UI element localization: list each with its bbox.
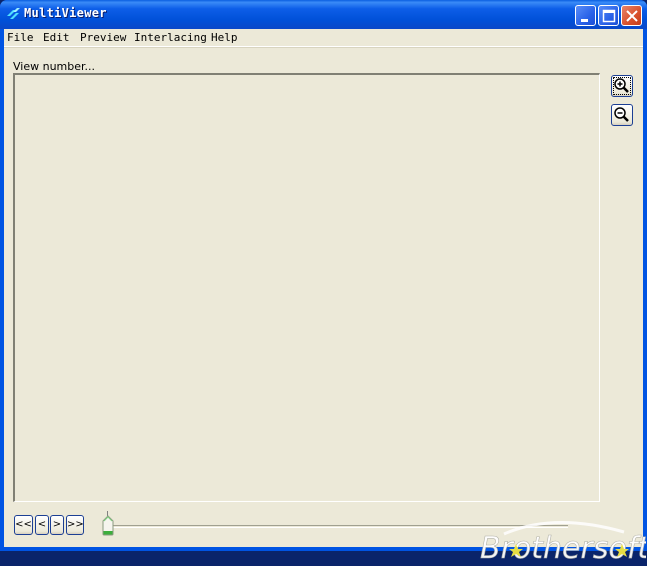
zoom-in-icon [614,78,629,93]
app-window: MultiViewer File Edit Preview Interlacin… [0,0,647,566]
maximize-icon [602,9,616,23]
menu-interlacing[interactable]: Interlacing [134,31,207,44]
close-icon [626,10,638,22]
view-area[interactable] [13,73,600,502]
menu-bar: File Edit Preview Interlacing Help [4,29,643,47]
menu-edit[interactable]: Edit [43,31,70,44]
app-icon [7,8,20,19]
minimize-button[interactable] [575,5,596,26]
brothersoft-watermark: Brothersoft [480,521,646,566]
menu-file[interactable]: File [7,31,34,44]
menu-help[interactable]: Help [211,31,238,44]
client-area: File Edit Preview Interlacing Help View … [4,29,646,566]
maximize-button[interactable] [598,5,619,26]
last-button[interactable]: >> [66,515,84,535]
minimize-icon [581,19,588,22]
title-bar[interactable]: MultiViewer [0,0,647,29]
zoom-out-button[interactable] [611,104,633,126]
window-title: MultiViewer [24,6,107,20]
previous-button[interactable]: < [35,515,49,535]
next-button[interactable]: > [50,515,64,535]
first-button[interactable]: << [14,515,33,535]
close-button[interactable] [621,5,642,26]
zoom-in-button[interactable] [611,75,633,97]
menu-preview[interactable]: Preview [80,31,126,44]
zoom-out-icon [614,107,629,122]
view-number-label: View number... [13,60,96,73]
slider-thumb[interactable] [102,515,114,536]
